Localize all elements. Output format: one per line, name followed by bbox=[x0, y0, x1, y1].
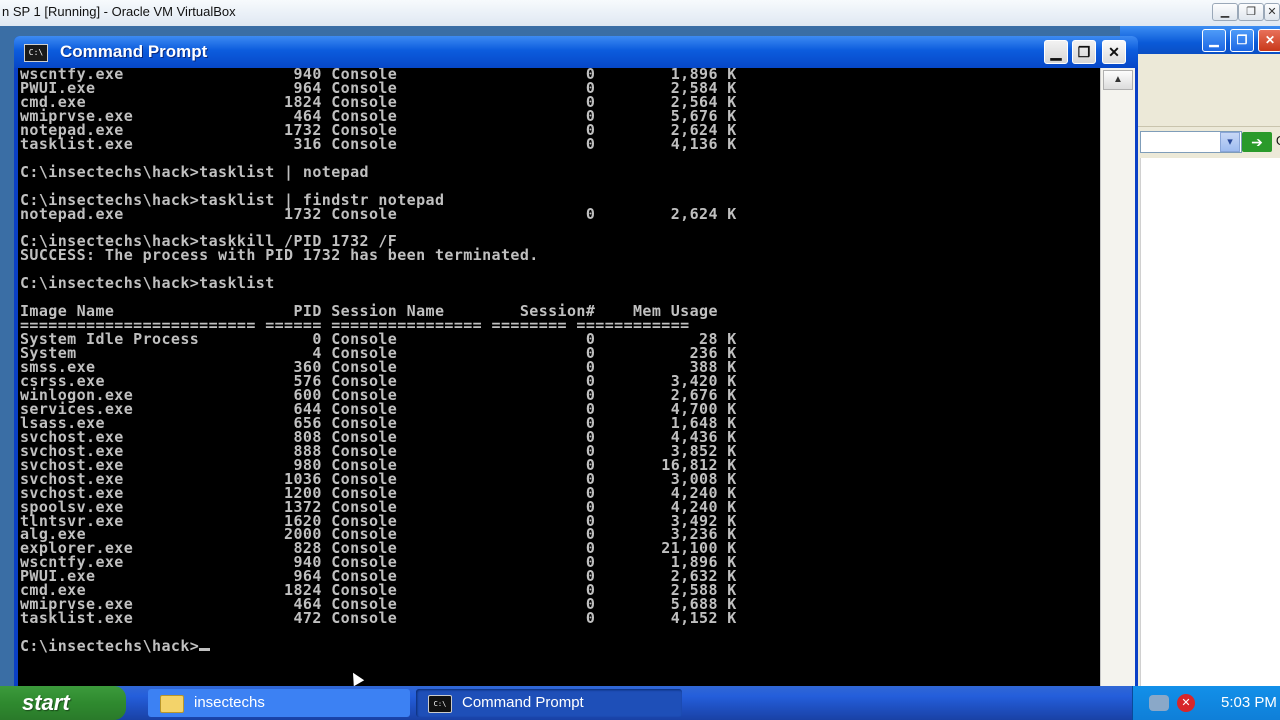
taskbar: start insectechs C:\ Command Prompt ✕ 5:… bbox=[0, 686, 1280, 720]
cmd-app-icon[interactable]: C:\ bbox=[24, 44, 48, 62]
bg-address-bar: ▾ ➔ G bbox=[1120, 126, 1280, 157]
bg-close-button[interactable]: ✕ bbox=[1258, 29, 1280, 52]
start-button[interactable]: start bbox=[0, 686, 126, 720]
bg-minimize-button[interactable]: ▁ bbox=[1202, 29, 1226, 52]
scroll-up-arrow-icon[interactable]: ▲ bbox=[1103, 70, 1133, 90]
taskbar-item-label: insectechs bbox=[194, 694, 265, 711]
host-close-button[interactable]: ✕ bbox=[1264, 3, 1280, 21]
maximize-button[interactable]: ❐ bbox=[1072, 40, 1096, 64]
system-tray: ✕ 5:03 PM bbox=[1132, 686, 1280, 720]
cmd-window-title: Command Prompt bbox=[60, 42, 208, 61]
folder-icon bbox=[160, 695, 184, 713]
security-shield-icon[interactable]: ✕ bbox=[1177, 694, 1195, 712]
chevron-down-icon[interactable]: ▾ bbox=[1220, 132, 1240, 152]
network-icon[interactable] bbox=[1149, 695, 1169, 711]
console-output: wscntfy.exe 940 Console 0 1,896 K PWUI.e… bbox=[20, 68, 737, 656]
cmd-titlebar[interactable]: C:\ Command Prompt ▁ ❐ ✕ bbox=[14, 36, 1138, 68]
virtualbox-titlebar: n SP 1 [Running] - Oracle VM VirtualBox … bbox=[0, 0, 1280, 27]
clock[interactable]: 5:03 PM bbox=[1221, 694, 1277, 711]
close-button[interactable]: ✕ bbox=[1102, 40, 1126, 64]
bg-go-label: G bbox=[1276, 133, 1280, 148]
cmd-icon: C:\ bbox=[428, 695, 452, 713]
start-label: start bbox=[22, 690, 70, 715]
console-area[interactable]: wscntfy.exe 940 Console 0 1,896 K PWUI.e… bbox=[18, 68, 1100, 686]
go-arrow-icon[interactable]: ➔ bbox=[1242, 132, 1272, 152]
background-window-titlebar: ▁ ❐ ✕ bbox=[1120, 26, 1280, 54]
host-minimize-button[interactable]: ▁ bbox=[1212, 3, 1238, 21]
minimize-button[interactable]: ▁ bbox=[1044, 40, 1068, 64]
bg-content-pane bbox=[1140, 158, 1280, 686]
command-prompt-window: C:\ Command Prompt ▁ ❐ ✕ wscntfy.exe 940… bbox=[14, 36, 1138, 688]
vertical-scrollbar[interactable]: ▲ bbox=[1100, 68, 1135, 686]
text-cursor bbox=[199, 648, 211, 652]
taskbar-item-command-prompt[interactable]: C:\ Command Prompt bbox=[416, 689, 682, 717]
taskbar-item-label: Command Prompt bbox=[462, 694, 584, 711]
host-restore-button[interactable]: ❐ bbox=[1238, 3, 1264, 21]
bg-restore-button[interactable]: ❐ bbox=[1230, 29, 1254, 52]
virtualbox-window-title: n SP 1 [Running] - Oracle VM VirtualBox bbox=[2, 4, 236, 19]
taskbar-item-insectechs[interactable]: insectechs bbox=[148, 689, 410, 717]
background-explorer-window: ▁ ❐ ✕ ▾ ➔ G bbox=[1120, 26, 1280, 686]
